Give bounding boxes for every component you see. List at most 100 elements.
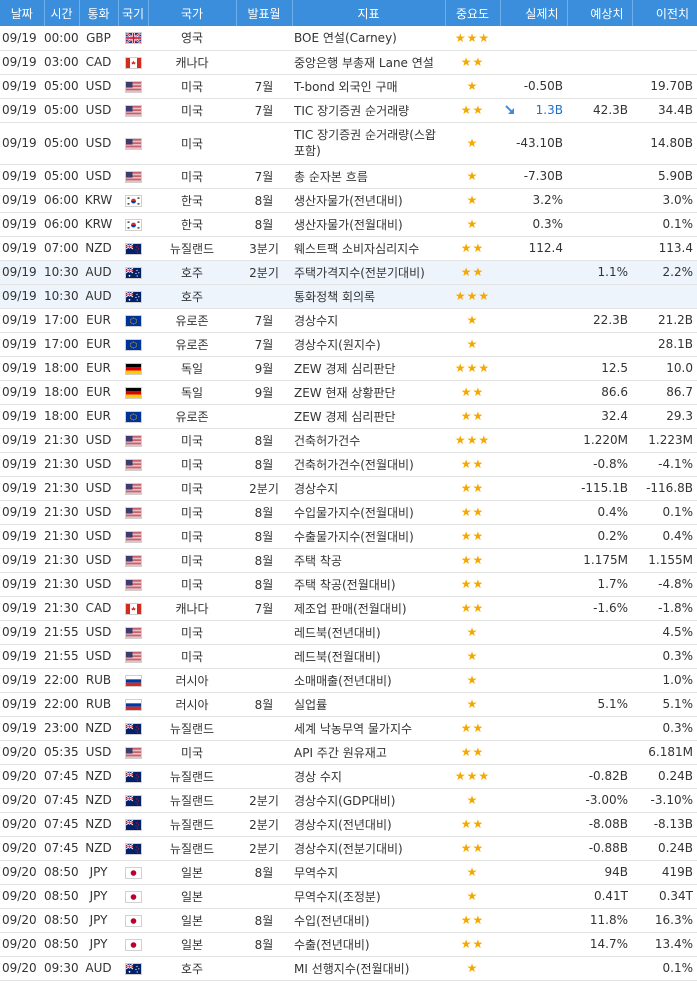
- cell-importance: ★: [445, 212, 500, 236]
- star-rating-icon: ★★: [460, 721, 485, 735]
- cell-indicator[interactable]: 실업률: [292, 692, 445, 716]
- cell-indicator[interactable]: 제조업 판매(전월대비): [292, 596, 445, 620]
- table-row[interactable]: 09/19 18:00 EUR 독일 9월 ZEW 경제 심리판단 ★★★ 12…: [0, 356, 697, 380]
- cell-indicator[interactable]: 수출(전년대비): [292, 932, 445, 956]
- cell-indicator[interactable]: 생산자물가(전년대비): [292, 188, 445, 212]
- table-row[interactable]: 09/19 22:00 RUB 러시아 8월 실업률 ★ 5.1% 5.1%: [0, 692, 697, 716]
- cell-forecast: -0.88B: [588, 841, 628, 855]
- star-rating-icon: ★★: [460, 103, 485, 117]
- cell-flag: [118, 122, 148, 164]
- cell-indicator[interactable]: 세계 낙농무역 물가지수: [292, 716, 445, 740]
- cell-indicator[interactable]: 경상수지: [292, 308, 445, 332]
- cell-indicator[interactable]: 경상수지: [292, 476, 445, 500]
- table-row[interactable]: 09/20 08:50 JPY 일본 무역수지(조정분) ★ 0.41T 0.3…: [0, 884, 697, 908]
- cell-indicator[interactable]: 경상 수지: [292, 764, 445, 788]
- cell-indicator[interactable]: 웨스트팩 소비자심리지수: [292, 236, 445, 260]
- table-row[interactable]: 09/20 08:50 JPY 일본 8월 수입(전년대비) ★★ 11.8% …: [0, 908, 697, 932]
- cell-indicator[interactable]: TIC 장기증권 순거래량(스왑 포함): [292, 122, 445, 164]
- table-row[interactable]: 09/19 17:00 EUR 유로존 7월 경상수지 ★ 22.3B 21.2…: [0, 308, 697, 332]
- cell-time: 08:50: [44, 865, 79, 879]
- table-row[interactable]: 09/20 05:35 USD 미국 API 주간 원유재고 ★★ 6.181M: [0, 740, 697, 764]
- cell-indicator[interactable]: 수입(전년대비): [292, 908, 445, 932]
- table-row[interactable]: 09/19 21:30 CAD 캐나다 7월 제조업 판매(전월대비) ★★ -…: [0, 596, 697, 620]
- table-row[interactable]: 09/20 09:30 AUD 호주 MI 선행지수(전월대비) ★ 0.1%: [0, 956, 697, 980]
- table-row[interactable]: 09/19 00:00 GBP 영국 BOE 연설(Carney) ★★★: [0, 26, 697, 50]
- table-row[interactable]: 09/19 05:00 USD 미국 7월 T-bond 외국인 구매 ★ -0…: [0, 74, 697, 98]
- table-row[interactable]: 09/19 06:00 KRW 한국 8월 생산자물가(전년대비) ★ 3.2%…: [0, 188, 697, 212]
- table-row[interactable]: 09/19 21:30 USD 미국 8월 주택 착공 ★★ 1.175M 1.…: [0, 548, 697, 572]
- cell-indicator[interactable]: BOE 연설(Carney): [292, 26, 445, 50]
- table-row[interactable]: 09/19 21:30 USD 미국 8월 건축허가건수 ★★★ 1.220M …: [0, 428, 697, 452]
- cell-indicator[interactable]: 경상수지(원지수): [292, 332, 445, 356]
- cell-indicator[interactable]: ZEW 경제 심리판단: [292, 356, 445, 380]
- table-row[interactable]: 09/19 18:00 EUR 독일 9월 ZEW 현재 상황판단 ★★ 86.…: [0, 380, 697, 404]
- table-row[interactable]: 09/19 21:55 USD 미국 레드북(전년대비) ★ 4.5%: [0, 620, 697, 644]
- cell-indicator[interactable]: TIC 장기증권 순거래량: [292, 98, 445, 122]
- cell-indicator[interactable]: 중앙은행 부총재 Lane 연설: [292, 50, 445, 74]
- table-row[interactable]: 09/20 07:45 NZD 뉴질랜드 2분기 경상수지(GDP대비) ★ -…: [0, 788, 697, 812]
- cell-date: 09/19: [2, 193, 37, 207]
- table-row[interactable]: 09/19 10:30 AUD 호주 통화정책 회의록 ★★★: [0, 284, 697, 308]
- cell-indicator[interactable]: ZEW 경제 심리판단: [292, 404, 445, 428]
- table-row[interactable]: 09/19 21:30 USD 미국 8월 수출물가지수(전월대비) ★★ 0.…: [0, 524, 697, 548]
- table-row[interactable]: 09/19 05:00 USD 미국 7월 TIC 장기증권 순거래량 ★★ 1…: [0, 98, 697, 122]
- table-row[interactable]: 09/19 21:30 USD 미국 8월 수입물가지수(전월대비) ★★ 0.…: [0, 500, 697, 524]
- star-rating-icon: ★★: [460, 601, 485, 615]
- cell-indicator[interactable]: T-bond 외국인 구매: [292, 74, 445, 98]
- cell-indicator[interactable]: 경상수지(GDP대비): [292, 788, 445, 812]
- table-row[interactable]: 09/19 05:00 USD 미국 TIC 장기증권 순거래량(스왑 포함) …: [0, 122, 697, 164]
- cell-indicator[interactable]: MI 선행지수(전월대비): [292, 956, 445, 980]
- cell-previous: 0.34T: [658, 889, 693, 903]
- cell-flag: [118, 308, 148, 332]
- table-row[interactable]: 09/19 18:00 EUR 유로존 ZEW 경제 심리판단 ★★ 32.4 …: [0, 404, 697, 428]
- cell-indicator[interactable]: 수출물가지수(전월대비): [292, 524, 445, 548]
- table-row[interactable]: 09/20 08:50 JPY 일본 8월 수출(전년대비) ★★ 14.7% …: [0, 932, 697, 956]
- cell-period: [236, 404, 292, 428]
- cell-indicator[interactable]: 건축허가건수: [292, 428, 445, 452]
- table-row[interactable]: 09/19 06:00 KRW 한국 8월 생산자물가(전월대비) ★ 0.3%…: [0, 212, 697, 236]
- cell-previous: 419B: [661, 865, 693, 879]
- header-currency[interactable]: 통화: [79, 0, 119, 26]
- header-time[interactable]: 시간: [44, 0, 80, 26]
- cell-date: 09/19: [2, 265, 37, 279]
- header-importance[interactable]: 중요도: [445, 0, 501, 26]
- star-rating-icon: ★: [466, 889, 479, 903]
- header-date[interactable]: 날짜: [0, 0, 45, 26]
- table-row[interactable]: 09/20 07:45 NZD 뉴질랜드 2분기 경상수지(전년대비) ★★ -…: [0, 812, 697, 836]
- table-row[interactable]: 09/19 21:30 USD 미국 2분기 경상수지 ★★ -115.1B -…: [0, 476, 697, 500]
- table-row[interactable]: 09/20 07:45 NZD 뉴질랜드 2분기 경상수지(전분기대비) ★★ …: [0, 836, 697, 860]
- cell-indicator[interactable]: 소매매출(전년대비): [292, 668, 445, 692]
- table-row[interactable]: 09/19 23:00 NZD 뉴질랜드 세계 낙농무역 물가지수 ★★ 0.3…: [0, 716, 697, 740]
- table-row[interactable]: 09/19 17:00 EUR 유로존 7월 경상수지(원지수) ★ 28.1B: [0, 332, 697, 356]
- table-row[interactable]: 09/19 21:55 USD 미국 레드북(전월대비) ★ 0.3%: [0, 644, 697, 668]
- table-row[interactable]: 09/19 07:00 NZD 뉴질랜드 3분기 웨스트팩 소비자심리지수 ★★…: [0, 236, 697, 260]
- cell-indicator[interactable]: 주택 착공: [292, 548, 445, 572]
- cell-indicator[interactable]: 주택가격지수(전분기대비): [292, 260, 445, 284]
- cell-indicator[interactable]: 레드북(전월대비): [292, 644, 445, 668]
- cell-previous: 0.1%: [662, 217, 694, 231]
- cell-indicator[interactable]: API 주간 원유재고: [292, 740, 445, 764]
- table-row[interactable]: 09/19 21:30 USD 미국 8월 건축허가건수(전월대비) ★★ -0…: [0, 452, 697, 476]
- cell-country: 일본: [180, 937, 204, 952]
- cell-indicator[interactable]: 경상수지(전분기대비): [292, 836, 445, 860]
- table-row[interactable]: 09/19 10:30 AUD 호주 2분기 주택가격지수(전분기대비) ★★ …: [0, 260, 697, 284]
- cell-indicator[interactable]: 총 순자본 흐름: [292, 164, 445, 188]
- table-row[interactable]: 09/19 03:00 CAD 캐나다 중앙은행 부총재 Lane 연설 ★★: [0, 50, 697, 74]
- cell-forecast: [567, 332, 632, 356]
- header-country[interactable]: 국가: [148, 0, 237, 26]
- cell-indicator[interactable]: 무역수지(조정분): [292, 884, 445, 908]
- cell-indicator[interactable]: 레드북(전년대비): [292, 620, 445, 644]
- table-row[interactable]: 09/19 05:00 USD 미국 7월 총 순자본 흐름 ★ -7.30B …: [0, 164, 697, 188]
- table-row[interactable]: 09/19 21:30 USD 미국 8월 주택 착공(전월대비) ★★ 1.7…: [0, 572, 697, 596]
- cell-indicator[interactable]: 경상수지(전년대비): [292, 812, 445, 836]
- cell-indicator[interactable]: 통화정책 회의록: [292, 284, 445, 308]
- table-row[interactable]: 09/20 08:50 JPY 일본 8월 무역수지 ★ 94B 419B: [0, 860, 697, 884]
- cell-indicator[interactable]: 건축허가건수(전월대비): [292, 452, 445, 476]
- cell-indicator[interactable]: 수입물가지수(전월대비): [292, 500, 445, 524]
- cell-indicator[interactable]: ZEW 현재 상황판단: [292, 380, 445, 404]
- cell-indicator[interactable]: 생산자물가(전월대비): [292, 212, 445, 236]
- table-row[interactable]: 09/20 07:45 NZD 뉴질랜드 경상 수지 ★★★ -0.82B 0.…: [0, 764, 697, 788]
- cell-indicator[interactable]: 주택 착공(전월대비): [292, 572, 445, 596]
- cell-indicator[interactable]: 무역수지: [292, 860, 445, 884]
- table-row[interactable]: 09/19 22:00 RUB 러시아 소매매출(전년대비) ★ 1.0%: [0, 668, 697, 692]
